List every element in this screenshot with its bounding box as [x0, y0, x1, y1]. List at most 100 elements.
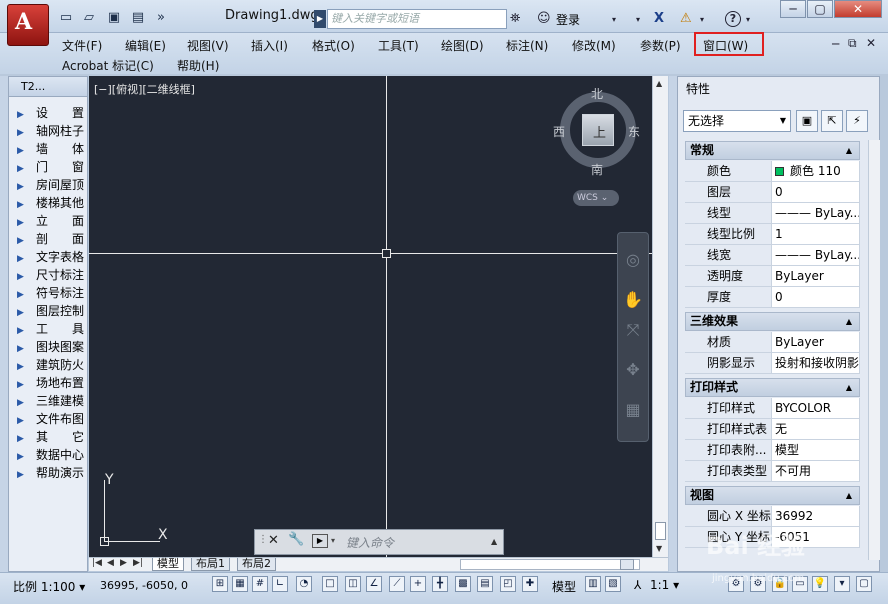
property-value[interactable]: 模型	[771, 440, 860, 461]
tarch-menu-item[interactable]: ▶ 轴网柱子	[9, 122, 87, 140]
property-row[interactable]: 打印表类型 不可用	[685, 461, 860, 482]
transparency-icon[interactable]: ▩	[455, 576, 471, 592]
lineweight-icon[interactable]: ╋	[432, 576, 448, 592]
orbit-icon[interactable]: ✥	[621, 360, 645, 379]
menu-acrobat[interactable]: Acrobat 标记(C)	[62, 57, 154, 74]
expand-arrow-icon[interactable]: ▶	[17, 376, 36, 392]
expand-arrow-icon[interactable]: ▶	[17, 430, 36, 446]
scroll-thumb[interactable]	[655, 522, 666, 540]
tarch-menu-item[interactable]: ▶ 场地布置	[9, 374, 87, 392]
close-icon[interactable]: ✕	[834, 0, 882, 18]
tarch-menu-item[interactable]: ▶ 工 具	[9, 320, 87, 338]
property-value[interactable]: ——— ByLay...	[771, 203, 860, 224]
menu-insert[interactable]: 插入(I)	[251, 37, 288, 54]
save-icon[interactable]: ▣	[106, 10, 122, 26]
coordinates-display[interactable]: 36995, -6050, 0	[100, 579, 188, 592]
quick-view-layouts-icon[interactable]: ▥	[585, 576, 601, 592]
expand-arrow-icon[interactable]: ▶	[17, 250, 36, 266]
tab-model[interactable]: 模型	[152, 558, 184, 571]
expand-arrow-icon[interactable]: ▶	[17, 304, 36, 320]
mdi-close-icon[interactable]: ✕	[866, 36, 876, 50]
expand-arrow-icon[interactable]: ▶	[17, 466, 36, 482]
property-row[interactable]: 圆心 X 坐标 36992	[685, 506, 860, 527]
property-value[interactable]: 无	[771, 419, 860, 440]
tarch-menu-item[interactable]: ▶ 立 面	[9, 212, 87, 230]
3d-object-snap-icon[interactable]: ◫	[345, 576, 361, 592]
expand-arrow-icon[interactable]: ▶	[17, 358, 36, 374]
property-row[interactable]: 颜色 颜色 110	[685, 161, 860, 182]
property-row[interactable]: 厚度 0	[685, 287, 860, 308]
tarch-menu-item[interactable]: ▶ 图块图案	[9, 338, 87, 356]
tarch-menu-item[interactable]: ▶ 文字表格	[9, 248, 87, 266]
tab-layout2[interactable]: 布局2	[237, 558, 276, 571]
property-row[interactable]: 线宽 ——— ByLay...	[685, 245, 860, 266]
hscroll-thumb[interactable]	[620, 559, 634, 570]
expand-arrow-icon[interactable]: ▶	[17, 232, 36, 248]
tarch-menu-item[interactable]: ▶ 符号标注	[9, 284, 87, 302]
menu-file[interactable]: 文件(F)	[62, 37, 102, 54]
property-value[interactable]: ByLayer	[771, 266, 860, 287]
collapse-chevron-icon[interactable]: ▲	[846, 313, 852, 330]
property-value[interactable]: ——— ByLay...	[771, 245, 860, 266]
grid-display-icon[interactable]: #	[252, 576, 268, 592]
dynamic-ucs-icon[interactable]: ⟋	[389, 576, 405, 592]
tarch-menu-item[interactable]: ▶ 帮助演示	[9, 464, 87, 482]
expand-arrow-icon[interactable]: ▶	[17, 142, 36, 158]
snap-mode-icon[interactable]: ▦	[232, 576, 248, 592]
ortho-mode-icon[interactable]: ∟	[272, 576, 288, 592]
expand-arrow-icon[interactable]: ▶	[17, 268, 36, 284]
tab-next-icon[interactable]: ▶	[120, 558, 127, 568]
status-menu-icon[interactable]: ▾	[834, 576, 850, 592]
toggle-pickadd-icon[interactable]: ▣	[796, 110, 818, 132]
properties-section-header[interactable]: 打印样式 ▲	[685, 378, 860, 397]
communication-dropdown-icon[interactable]: ▾	[700, 15, 704, 24]
expand-arrow-icon[interactable]: ▶	[17, 448, 36, 464]
expand-arrow-icon[interactable]: ▶	[17, 322, 36, 338]
steering-wheel-icon[interactable]: ◎	[621, 250, 645, 269]
command-close-icon[interactable]: ✕	[268, 533, 279, 548]
open-file-icon[interactable]: ▱	[81, 10, 97, 26]
menu-dimension[interactable]: 标注(N)	[506, 37, 548, 54]
expand-arrow-icon[interactable]: ▶	[17, 286, 36, 302]
selection-dropdown-icon[interactable]: ▼	[780, 111, 786, 131]
property-row[interactable]: 打印样式表无	[685, 419, 860, 440]
command-prompt-icon[interactable]: ▶	[312, 534, 328, 548]
communication-center-icon[interactable]: ⚠	[680, 11, 692, 26]
tab-first-icon[interactable]: |◀	[92, 558, 102, 568]
binoculars-icon[interactable]: ⛯	[510, 11, 520, 26]
object-snap-icon[interactable]: □	[322, 576, 338, 592]
property-value[interactable]: 1	[771, 224, 860, 245]
properties-section-header[interactable]: 视图 ▲	[685, 486, 860, 505]
viewcube-top-face[interactable]: 上	[582, 114, 614, 146]
properties-grip[interactable]	[669, 76, 677, 572]
quick-properties-icon[interactable]: ▤	[477, 576, 493, 592]
horizontal-scrollbar[interactable]	[460, 559, 640, 570]
select-objects-icon[interactable]: ⇱	[821, 110, 843, 132]
expand-arrow-icon[interactable]: ▶	[17, 340, 36, 356]
properties-section-header[interactable]: 三维效果 ▲	[685, 312, 860, 331]
property-row[interactable]: 阴影显示 投射和接收阴影	[685, 353, 860, 374]
tarch-menu-item[interactable]: ▶ 三维建模	[9, 392, 87, 410]
menu-tools[interactable]: 工具(T)	[378, 37, 419, 54]
menu-modify[interactable]: 修改(M)	[572, 37, 616, 54]
mdi-restore-icon[interactable]: ⧉	[848, 36, 857, 51]
help-icon[interactable]: ?	[725, 11, 741, 27]
property-row[interactable]: 打印表附... 模型	[685, 440, 860, 461]
expand-arrow-icon[interactable]: ▶	[17, 394, 36, 410]
tarch-menu-item[interactable]: ▶ 房间屋顶	[9, 176, 87, 194]
property-row[interactable]: 透明度 ByLayer	[685, 266, 860, 287]
clean-screen-icon[interactable]: ▢	[856, 576, 872, 592]
user-icon[interactable]: ☺	[537, 11, 551, 26]
expand-arrow-icon[interactable]: ▶	[17, 412, 36, 428]
scroll-down-icon[interactable]: ▼	[656, 544, 662, 553]
expand-arrow-icon[interactable]: ▶	[17, 160, 36, 176]
property-value[interactable]: 颜色 110	[771, 161, 860, 182]
tarch-menu-item[interactable]: ▶ 其 它	[9, 428, 87, 446]
expand-arrow-icon[interactable]: ▶	[17, 214, 36, 230]
toolbar-chevron-icon[interactable]: ▾	[636, 15, 640, 24]
tarch-menu-item[interactable]: ▶ 设 置	[9, 104, 87, 122]
isolate-objects-icon[interactable]: 💡	[812, 576, 828, 592]
tarch-menu-item[interactable]: ▶ 图层控制	[9, 302, 87, 320]
annotation-scale[interactable]: 1:1 ▾	[650, 578, 679, 592]
maximize-icon[interactable]: ▢	[807, 0, 833, 18]
